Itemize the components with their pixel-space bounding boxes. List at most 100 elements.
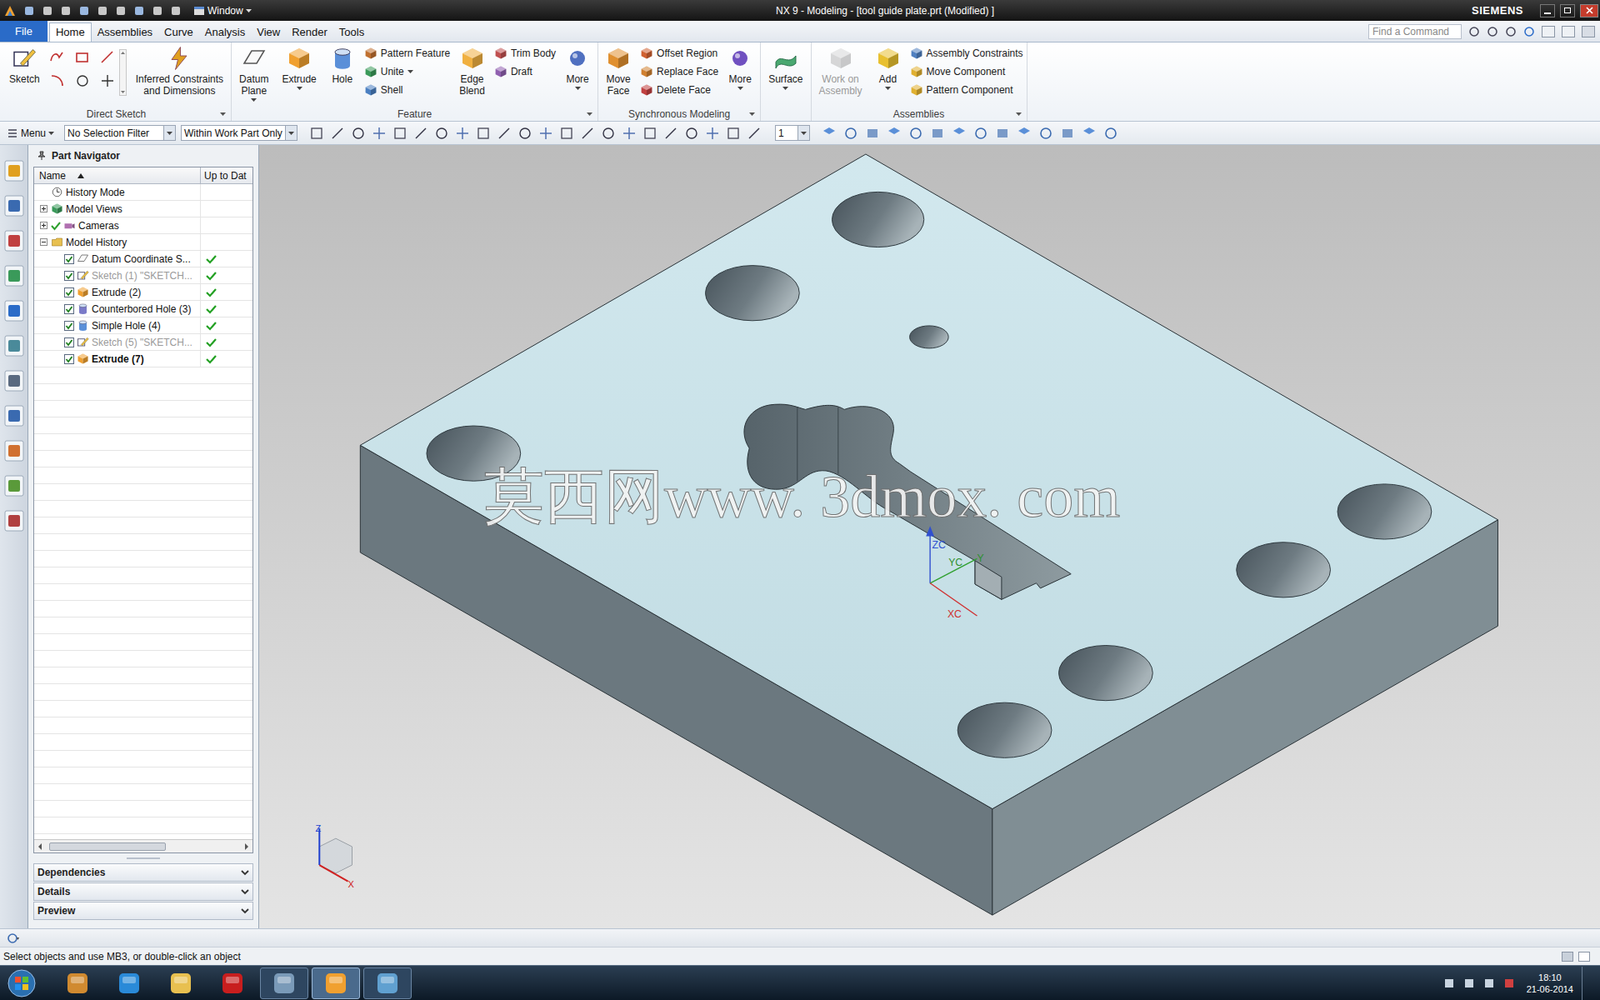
toolbar-tool-icon[interactable]	[725, 125, 741, 141]
tab-bar-tool-icon[interactable]	[1505, 25, 1517, 38]
toolbar-tool-icon[interactable]	[746, 125, 762, 141]
restore-button[interactable]	[1560, 4, 1575, 18]
hole[interactable]	[1337, 484, 1432, 540]
toolbar-tool-icon[interactable]	[663, 125, 679, 141]
document-window-button[interactable]	[1541, 25, 1555, 38]
tab-bar-tool-icon[interactable]	[1468, 25, 1480, 38]
ribbon-tab[interactable]: Analysis	[199, 22, 251, 42]
ribbon-tab[interactable]: Tools	[333, 22, 370, 42]
ribbon-tab[interactable]: View	[250, 22, 286, 42]
tree-row[interactable]: Cameras	[34, 217, 253, 235]
sketch-tool-icon[interactable]	[74, 72, 91, 90]
quick-access-icon[interactable]	[96, 5, 109, 17]
menu-button[interactable]: Menu	[6, 125, 55, 141]
hole[interactable]	[705, 265, 800, 321]
quick-access-icon[interactable]	[23, 5, 35, 17]
view-tool-icon[interactable]	[1060, 125, 1075, 141]
toolbar-tool-icon[interactable]	[517, 125, 533, 141]
toolbar-tool-icon[interactable]	[538, 125, 554, 141]
tray-icon[interactable]	[1503, 977, 1515, 990]
ribbon-large-button[interactable]: Surface	[764, 42, 807, 107]
ribbon-large-button[interactable]: More	[723, 42, 757, 107]
tree-row[interactable]: Extrude (2)	[34, 284, 253, 301]
tray-icon[interactable]	[1443, 977, 1455, 990]
resource-tab-icon[interactable]	[4, 475, 25, 497]
taskbar-button[interactable]	[53, 967, 102, 1000]
toolbar-tool-icon[interactable]	[309, 125, 325, 141]
quick-access-icon[interactable]	[115, 5, 127, 17]
sketch-tool-icon[interactable]	[49, 72, 66, 90]
column-header[interactable]: Name	[34, 167, 201, 184]
toolbar-tool-icon[interactable]	[392, 125, 408, 141]
wcs-triad[interactable]: ZCYCYXC	[925, 525, 984, 620]
tray-icon[interactable]	[1463, 977, 1475, 990]
toolbar-tool-icon[interactable]	[455, 125, 470, 141]
cue-icon[interactable]	[6, 932, 20, 945]
taskbar-button[interactable]	[363, 967, 412, 1000]
palette-scroller[interactable]	[119, 49, 127, 96]
ribbon-large-button[interactable]: MoveFace	[601, 42, 635, 107]
navigator-panel[interactable]: Details	[33, 882, 254, 901]
feature-checkbox[interactable]	[64, 354, 75, 365]
tree-row[interactable]: Sketch (5) "SKETCH...	[34, 334, 253, 351]
view-tool-icon[interactable]	[908, 125, 924, 141]
model-view[interactable]: ZCYCYXCZX	[259, 145, 1600, 929]
resource-tab-icon[interactable]	[4, 160, 25, 182]
ribbon-tab[interactable]: Assemblies	[91, 22, 159, 42]
command-search[interactable]	[1368, 24, 1462, 40]
hole[interactable]	[831, 191, 924, 247]
resource-tab-icon[interactable]	[4, 510, 25, 532]
ribbon-small-button[interactable]: Move Component	[910, 62, 1024, 81]
quick-access-icon[interactable]	[78, 5, 90, 17]
ribbon-tab[interactable]: Render	[285, 22, 334, 42]
resource-tab-icon[interactable]	[4, 230, 25, 252]
file-tab[interactable]: File	[0, 20, 48, 42]
sketch-tool-icon[interactable]	[74, 49, 91, 66]
toolbar-tool-icon[interactable]	[371, 125, 387, 141]
toolbar-tool-icon[interactable]	[496, 125, 512, 141]
toolbar-tool-icon[interactable]	[559, 125, 575, 141]
tree-row[interactable]: Datum Coordinate S...	[34, 250, 253, 268]
sketch-tool-icon[interactable]	[99, 49, 116, 66]
resource-tab-icon[interactable]	[4, 300, 25, 322]
ribbon-small-button[interactable]: Unite	[364, 62, 450, 81]
tree-row[interactable]: Simple Hole (4)	[34, 317, 253, 335]
tray-icon[interactable]	[1483, 977, 1495, 990]
expander-icon[interactable]	[40, 205, 48, 213]
feature-checkbox[interactable]	[64, 287, 75, 298]
graphics-window[interactable]: ZCYCYXCZX莫西网www. 3dmox. com	[259, 145, 1600, 929]
toolbar-tool-icon[interactable]	[475, 125, 491, 141]
toolbar-tool-icon[interactable]	[330, 125, 345, 141]
taskbar-button[interactable]	[311, 967, 360, 1000]
clock[interactable]: 18:1021-06-2014	[1526, 971, 1574, 995]
taskbar-button[interactable]	[208, 967, 257, 1000]
toolbar-tool-icon[interactable]	[684, 125, 700, 141]
view-tool-icon[interactable]	[843, 125, 859, 141]
hole[interactable]	[1059, 645, 1154, 701]
view-tool-icon[interactable]	[1081, 125, 1097, 141]
view-tool-icon[interactable]	[1103, 125, 1119, 141]
document-window-button[interactable]	[1581, 25, 1595, 38]
selection-filter[interactable]: No Selection Filter	[64, 125, 176, 141]
resource-tab-icon[interactable]	[4, 195, 25, 217]
resource-tab-icon[interactable]	[4, 335, 25, 357]
resource-tab-icon[interactable]	[4, 440, 25, 462]
expander-icon[interactable]	[40, 221, 48, 230]
view-tool-icon[interactable]	[973, 125, 989, 141]
expander-icon[interactable]	[40, 238, 48, 246]
plate-body[interactable]	[360, 154, 1498, 915]
tab-bar-tool-icon[interactable]	[1523, 25, 1535, 38]
close-button[interactable]	[1580, 4, 1599, 18]
horizontal-scrollbar[interactable]	[34, 839, 253, 853]
ribbon-small-button[interactable]: Offset Region	[640, 44, 719, 63]
hole[interactable]	[957, 702, 1052, 758]
quick-access-icon[interactable]	[133, 5, 145, 17]
tree-row[interactable]: History Mode	[34, 184, 253, 201]
ribbon-small-button[interactable]: Pattern Component	[910, 80, 1024, 100]
toolbar-tool-icon[interactable]	[413, 125, 429, 141]
selection-scope[interactable]: Within Work Part Only	[180, 125, 298, 141]
visible-tick-icon[interactable]	[50, 220, 61, 231]
toolbar-tool-icon[interactable]	[434, 125, 450, 141]
taskbar-button[interactable]	[105, 967, 154, 1000]
ribbon-large-button[interactable]: Add	[871, 42, 905, 107]
